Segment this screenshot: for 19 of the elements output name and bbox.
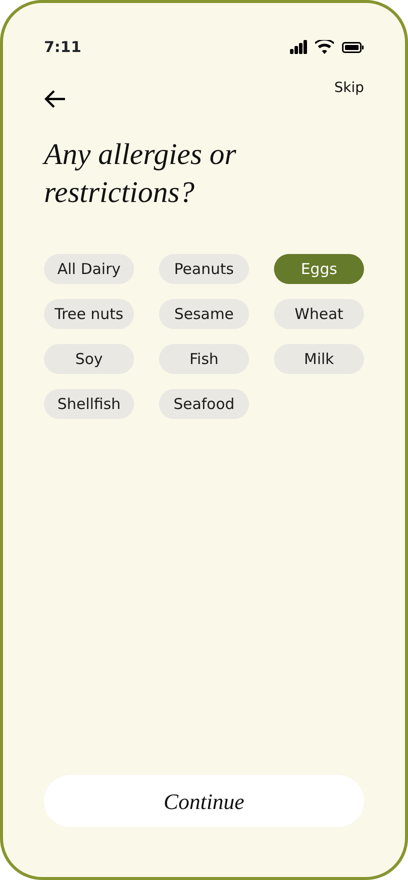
option-chip[interactable]: Seafood [159, 389, 249, 419]
battery-icon [342, 42, 364, 52]
option-chip[interactable]: Shellfish [44, 389, 134, 419]
option-chip[interactable]: Tree nuts [44, 299, 134, 329]
option-chip[interactable]: Soy [44, 344, 134, 374]
option-chip[interactable]: Eggs [274, 254, 364, 284]
page-title: Any allergies or restrictions? [44, 137, 238, 211]
back-arrow-icon[interactable] [44, 89, 66, 109]
continue-button[interactable]: Continue [44, 775, 364, 827]
signal-icon [290, 40, 307, 54]
option-chip[interactable]: Peanuts [159, 254, 249, 284]
skip-button[interactable]: Skip [334, 78, 364, 99]
option-chip[interactable]: All Dairy [44, 254, 134, 284]
option-chip[interactable]: Sesame [159, 299, 249, 329]
option-chip[interactable]: Fish [159, 344, 249, 374]
option-chip[interactable]: Milk [274, 344, 364, 374]
option-chip[interactable]: Wheat [274, 299, 364, 329]
wifi-icon [315, 40, 334, 54]
status-time: 7:11 [44, 36, 82, 58]
